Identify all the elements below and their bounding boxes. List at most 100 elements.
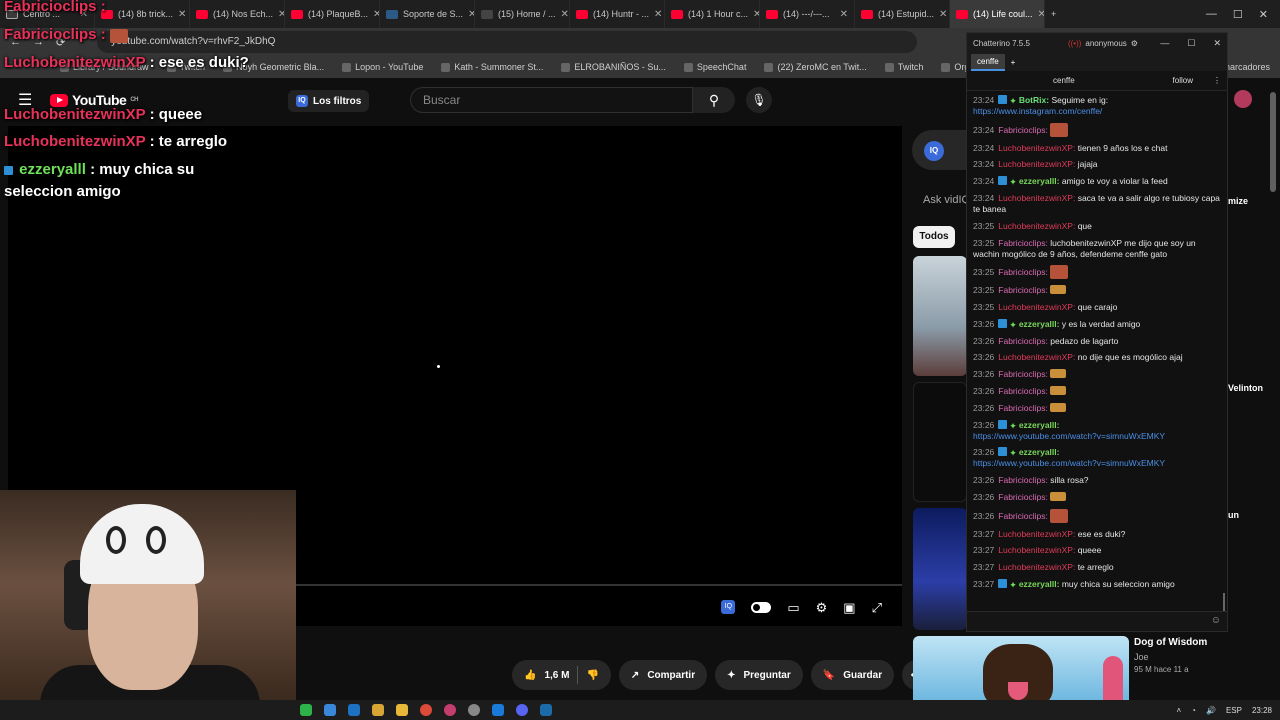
message-username[interactable]: ezzeryalll: [1019, 579, 1060, 589]
chip-all[interactable]: Todos [913, 226, 955, 248]
theater-mode-icon[interactable]: ▣ [843, 600, 855, 616]
like-icon[interactable]: 👍 [524, 670, 536, 681]
chat-message[interactable]: 23:27 LuchobenitezwinXP: te arreglo [973, 562, 1221, 573]
chat-message[interactable]: 23:25 LuchobenitezwinXP: que carajo [973, 302, 1221, 313]
message-username[interactable]: Fabricioclips: [998, 369, 1048, 379]
message-username[interactable]: LuchobenitezwinXP: [998, 193, 1075, 203]
more-options-icon[interactable]: ⋮ [1213, 76, 1221, 85]
settings-icon[interactable]: ⚙ [816, 600, 828, 616]
message-username[interactable]: Fabricioclips: [998, 511, 1048, 521]
chat-message[interactable]: 23:27 ✦ ezzeryalll: muy chica su seleccion… [973, 578, 1221, 590]
close-icon[interactable]: ✕ [1213, 38, 1221, 49]
browser-tab[interactable]: (15) Home / ... ✕ [475, 0, 570, 28]
message-username[interactable]: LuchobenitezwinXP: [998, 545, 1075, 555]
chrome-icon[interactable] [420, 704, 432, 716]
follow-button[interactable]: follow [1173, 76, 1193, 85]
message-username[interactable]: ezzeryalll: [1019, 420, 1060, 430]
message-username[interactable]: Fabricioclips: [998, 386, 1048, 396]
folder-icon[interactable] [396, 704, 408, 716]
chat-message[interactable]: 23:25 LuchobenitezwinXP: que [973, 221, 1221, 232]
message-link[interactable]: https://www.instagram.com/cenffe/ [973, 106, 1102, 116]
message-username[interactable]: Fabricioclips: [998, 403, 1048, 413]
share-button[interactable]: ↗ Compartir [618, 660, 708, 690]
maximize-icon[interactable]: ☐ [1233, 8, 1243, 21]
chat-message[interactable]: 23:26 Fabricioclips: [973, 402, 1221, 414]
spotify-icon[interactable] [300, 704, 312, 716]
volume-icon[interactable]: 🔊 [1206, 706, 1216, 715]
tab-close-icon[interactable]: ✕ [278, 9, 284, 20]
message-username[interactable]: ezzeryalll: [1019, 176, 1060, 186]
mail-icon[interactable] [348, 704, 360, 716]
message-username[interactable]: ezzeryalll: [1019, 447, 1060, 457]
recommendation-channel[interactable]: Joe [1134, 652, 1149, 662]
browser-tab[interactable]: (14) PlaqueB... ✕ [285, 0, 380, 28]
chat-message[interactable]: 23:27 LuchobenitezwinXP: ese es duki? [973, 529, 1221, 540]
bookmark-item[interactable]: Kath - Summoner St... [441, 62, 543, 72]
search-input[interactable]: Buscar [410, 87, 693, 113]
autoplay-toggle[interactable] [751, 602, 772, 613]
chat-message[interactable]: 23:24 ✦ ezzeryalll: amigo te voy a violar … [973, 176, 1221, 187]
search-icon[interactable] [468, 704, 480, 716]
chat-message[interactable]: 23:26 Fabricioclips: silla rosa? [973, 475, 1221, 486]
chat-message[interactable]: 23:26 Fabricioclips: [973, 385, 1221, 397]
message-username[interactable]: LuchobenitezwinXP: [998, 221, 1075, 231]
browser-tab[interactable]: (14) Huntr - ... ✕ [570, 0, 665, 28]
dislike-icon[interactable]: 👎 [586, 670, 598, 681]
like-count[interactable]: 1,6 M [544, 670, 569, 681]
tab-close-icon[interactable]: ✕ [468, 9, 474, 20]
ask-vidiq-label[interactable]: Ask vidIQ [923, 194, 970, 206]
tab-close-icon[interactable]: ✕ [373, 9, 379, 20]
steam-icon[interactable] [540, 704, 552, 716]
message-link[interactable]: https://www.youtube.com/watch?v=simnuWxE… [973, 458, 1165, 468]
bookmark-item[interactable]: Twitch [884, 62, 923, 72]
message-username[interactable]: LuchobenitezwinXP: [998, 143, 1075, 153]
vidiq-player-icon[interactable]: IQ [721, 600, 736, 614]
new-tab-button[interactable]: + [1045, 0, 1069, 28]
message-username[interactable]: Fabricioclips: [998, 238, 1048, 248]
recommendation-title[interactable]: Dog of Wisdom [1134, 637, 1207, 648]
recommendation-thumbnail[interactable] [913, 256, 967, 376]
clock[interactable]: 23:28 [1252, 706, 1272, 715]
browser-tab[interactable]: (14) Life coul... ✕ [950, 0, 1045, 28]
maximize-icon[interactable]: ☐ [1187, 38, 1195, 49]
add-tab-icon[interactable]: + [1011, 58, 1016, 67]
browser-tab[interactable]: (14) ---/---... ✕ [760, 0, 855, 28]
account-switcher[interactable]: ((•)) anonymous ⚙ [1068, 39, 1138, 48]
chat-message[interactable]: 23:26 Fabricioclips: [973, 508, 1221, 523]
minimize-icon[interactable]: — [1160, 38, 1169, 49]
tab-close-icon[interactable]: ✕ [654, 9, 662, 20]
browser-tab[interactable]: (14) 1 Hour c... ✕ [665, 0, 760, 28]
chat-message[interactable]: 23:25 Fabricioclips: [973, 285, 1221, 296]
app-icon[interactable] [444, 704, 456, 716]
search-button[interactable]: ⚲ [693, 87, 735, 113]
bookmark-item[interactable]: Lopon - YouTube [342, 62, 423, 72]
chat-input[interactable]: ☺ [967, 611, 1227, 631]
browser-tab[interactable]: (14) Nos Ech... ✕ [190, 0, 285, 28]
file-icon[interactable] [324, 704, 336, 716]
message-username[interactable]: LuchobenitezwinXP: [998, 352, 1075, 362]
close-icon[interactable]: ✕ [1259, 8, 1268, 21]
tab-close-icon[interactable]: ✕ [178, 9, 186, 20]
language-indicator[interactable]: ESP [1226, 706, 1242, 715]
tab-close-icon[interactable]: ✕ [840, 9, 848, 20]
message-username[interactable]: Fabricioclips: [998, 336, 1048, 346]
tray-chevron-icon[interactable]: ˄ [1176, 706, 1181, 715]
recommendation-thumbnail-dog[interactable] [913, 636, 1129, 700]
message-link[interactable]: https://www.youtube.com/watch?v=simnuWxE… [973, 431, 1165, 441]
tab-close-icon[interactable]: ✕ [1038, 9, 1044, 20]
tab-close-icon[interactable]: ✕ [753, 9, 759, 20]
chat-message[interactable]: 23:24 LuchobenitezwinXP: saca te va a sal… [973, 193, 1221, 215]
chat-message[interactable]: 23:24 Fabricioclips: [973, 122, 1221, 137]
chat-message[interactable]: 23:26 ✦ ezzeryalll: https://www.youtube.co… [973, 447, 1221, 469]
chat-message[interactable]: 23:26 ✦ ezzeryalll: y es la verdad amigo [973, 318, 1221, 330]
wifi-icon[interactable]: ◔ [1191, 706, 1196, 715]
chat-message[interactable]: 23:25 Fabricioclips: [973, 265, 1221, 280]
page-scrollbar[interactable] [1270, 92, 1276, 192]
subtitles-icon[interactable]: ▭ [787, 600, 799, 616]
chat-message[interactable]: 23:24 ✦ BotRix: Seguime en ig: https://www.… [973, 95, 1221, 117]
message-username[interactable]: BotRix: [1019, 95, 1049, 105]
app-icon[interactable] [372, 704, 384, 716]
save-button[interactable]: 🔖 Guardar [810, 660, 895, 690]
minimize-icon[interactable]: — [1206, 8, 1217, 21]
settings-gear-icon[interactable]: ⚙ [1131, 39, 1138, 48]
